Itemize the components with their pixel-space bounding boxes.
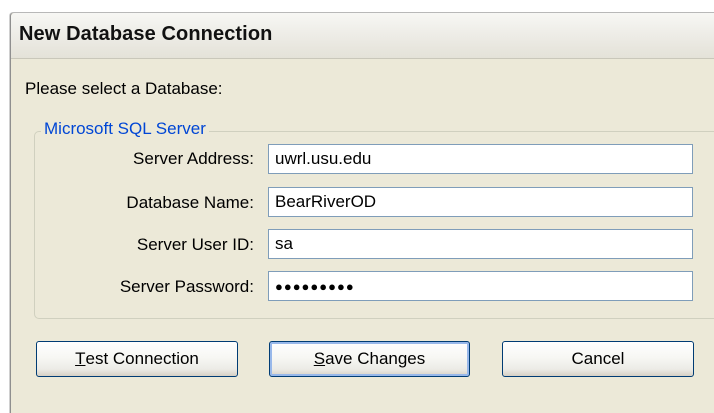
server-address-input[interactable]: uwrl.usu.edu xyxy=(268,144,693,174)
test-connection-mnemonic: T xyxy=(75,349,86,368)
cancel-label: Cancel xyxy=(571,349,625,368)
cancel-button[interactable]: Cancel xyxy=(502,341,694,377)
server-address-label: Server Address: xyxy=(133,149,254,168)
save-changes-button[interactable]: Save Changes xyxy=(269,341,470,377)
server-user-id-input[interactable]: sa xyxy=(268,229,693,259)
password-mask: ●●●●●●●●● xyxy=(275,279,355,294)
select-database-prompt: Please select a Database: xyxy=(25,79,223,98)
dialog-title: New Database Connection xyxy=(19,23,273,45)
title-bar[interactable]: New Database Connection xyxy=(11,13,714,59)
group-legend: Microsoft SQL Server xyxy=(41,119,209,139)
test-connection-label: est Connection xyxy=(85,349,199,368)
server-user-id-label: Server User ID: xyxy=(136,235,254,254)
save-changes-label: ave Changes xyxy=(325,349,426,368)
save-changes-mnemonic: S xyxy=(313,349,326,368)
server-password-label: Server Password: xyxy=(119,277,254,296)
dialog-window: New Database Connection Please select a … xyxy=(10,12,714,413)
test-connection-button[interactable]: Test Connection xyxy=(36,341,238,377)
database-name-label: Database Name: xyxy=(126,193,254,212)
database-name-input[interactable]: BearRiverOD xyxy=(268,187,693,217)
server-password-input[interactable]: ●●●●●●●●● xyxy=(268,271,693,301)
